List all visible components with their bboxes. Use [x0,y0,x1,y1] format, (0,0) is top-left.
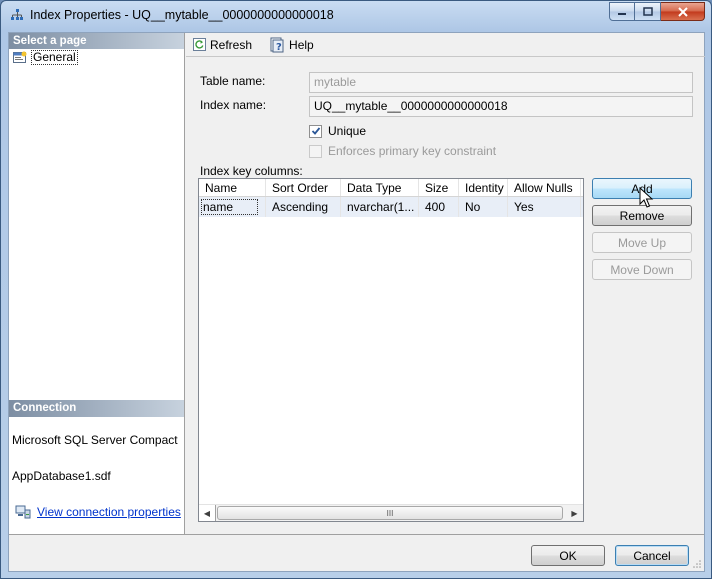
connection-server: Microsoft SQL Server Compact [12,433,178,447]
enforces-primary-key-label: Enforces primary key constraint [328,144,497,158]
connection-database: AppDatabase1.sdf [12,469,111,483]
minimize-icon [618,12,626,15]
cell-size[interactable]: 400 [419,197,459,217]
cell-allow-nulls[interactable]: Yes [508,197,581,217]
column-header-size[interactable]: Size [419,179,459,196]
checkmark-icon [311,127,320,135]
unique-checkbox[interactable]: Unique [309,124,366,138]
cell-sort-order[interactable]: Ascending [266,197,341,217]
page-item-label: General [31,49,78,65]
dialog-footer: OK Cancel [9,534,704,571]
view-connection-properties: View connection properties [9,505,184,519]
caption-buttons [609,2,705,21]
left-panel: Select a page General Connection Microso… [9,33,185,534]
refresh-button[interactable]: Refresh [191,38,254,52]
horizontal-scrollbar[interactable]: ◀ III ▶ [199,504,583,521]
table-name-field[interactable]: mytable [309,72,693,93]
close-icon [677,6,688,17]
cell-identity[interactable]: No [459,197,508,217]
cell-data-type[interactable]: nvarchar(1... [341,197,419,217]
enforces-primary-key-check-box[interactable] [309,144,322,158]
enforces-primary-key-checkbox[interactable]: Enforces primary key constraint [309,144,496,158]
move-down-button[interactable]: Move Down [592,259,692,280]
toolbar: Refresh ? Help [186,33,705,57]
refresh-label: Refresh [210,37,253,52]
view-connection-properties-link[interactable]: View connection properties [37,505,181,519]
index-key-columns-label: Index key columns: [200,164,303,178]
svg-text:?: ? [276,42,282,53]
cell-name-text: name [201,199,259,215]
cancel-button[interactable]: Cancel [615,545,689,566]
index-properties-window: Index Properties - UQ__mytable__00000000… [0,0,712,579]
ok-button[interactable]: OK [531,545,605,566]
select-page-header: Select a page [9,33,184,49]
dialog-client-area: Select a page General Connection Microso… [8,32,705,572]
move-up-button[interactable]: Move Up [592,232,692,253]
maximize-icon [642,7,653,16]
help-icon: ? [270,37,284,53]
scroll-grip: III [386,508,394,518]
index-name-field[interactable]: UQ__mytable__0000000000000018 [309,96,693,117]
index-icon [11,9,23,20]
column-header-data-type[interactable]: Data Type [341,179,419,196]
cell-name[interactable]: name [199,197,266,217]
size-grip-icon[interactable] [692,559,702,569]
window-title: Index Properties - UQ__mytable__00000000… [30,8,334,22]
connection-properties-icon [15,505,31,519]
connection-header: Connection [9,400,184,417]
close-button[interactable] [661,2,705,21]
column-header-name[interactable]: Name [199,179,266,196]
column-header-allow-nulls[interactable]: Allow Nulls [508,179,581,196]
maximize-button[interactable] [635,2,661,21]
table-row[interactable]: name Ascending nvarchar(1... 400 No Yes [199,197,583,217]
unique-check-box[interactable] [309,124,322,138]
help-label: Help [289,37,314,52]
title-bar[interactable]: Index Properties - UQ__mytable__00000000… [1,1,711,31]
index-key-columns-grid[interactable]: Name Sort Order Data Type Size Identity … [198,178,584,522]
column-header-sort-order[interactable]: Sort Order [266,179,341,196]
refresh-icon [193,38,206,51]
unique-label: Unique [328,124,367,138]
table-name-label: Table name: [200,74,266,88]
index-name-label: Index name: [200,98,267,112]
help-button[interactable]: ? Help [267,37,316,53]
column-header-identity[interactable]: Identity [459,179,508,196]
scroll-thumb[interactable]: III [217,506,563,520]
general-page-icon [13,51,27,63]
scroll-right-arrow-icon[interactable]: ▶ [566,505,583,521]
connection-section: Connection Microsoft SQL Server Compact … [9,400,184,519]
minimize-button[interactable] [609,2,635,21]
grid-header: Name Sort Order Data Type Size Identity … [199,179,583,197]
page-item-general[interactable]: General [9,49,184,65]
scroll-left-arrow-icon[interactable]: ◀ [199,505,216,521]
mouse-pointer-icon [639,187,654,208]
